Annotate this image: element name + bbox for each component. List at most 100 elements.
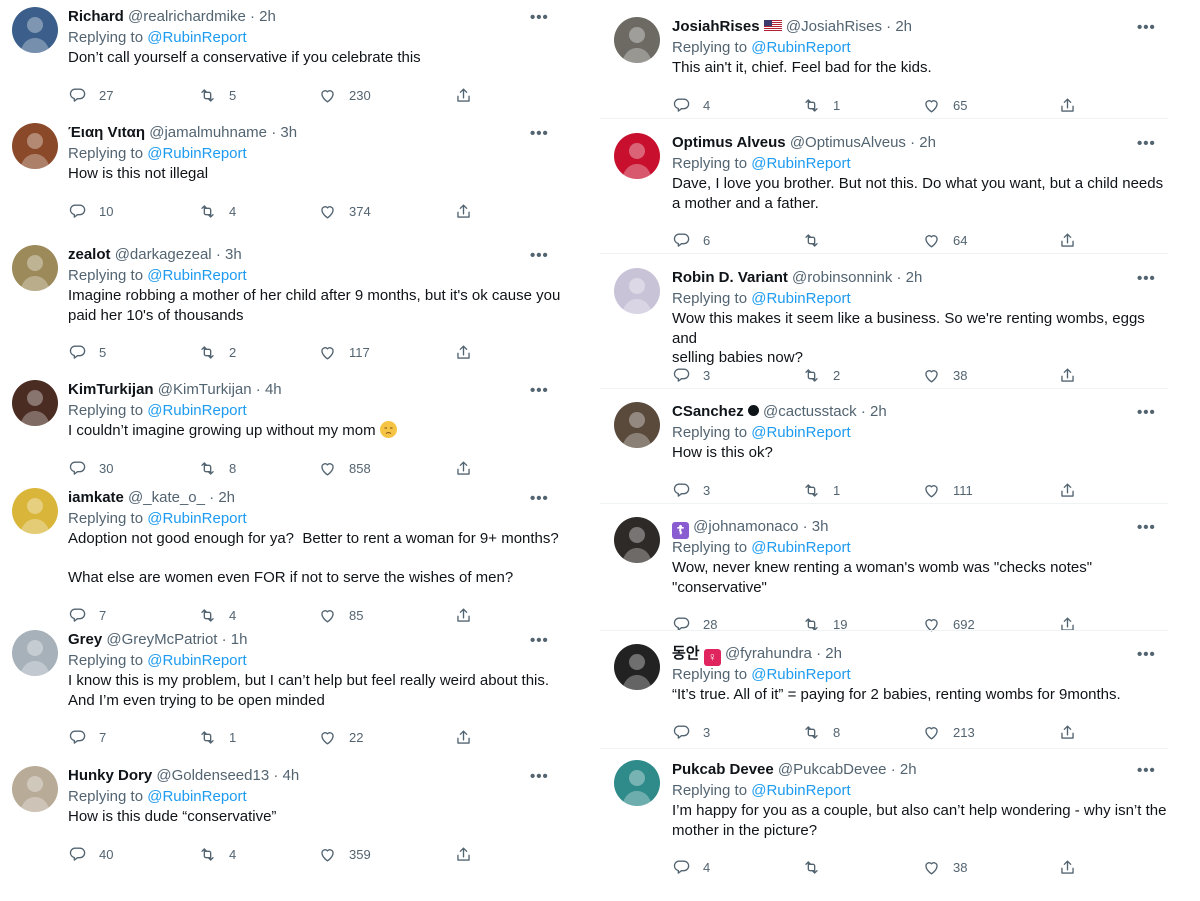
timestamp[interactable]: · 3h [271,124,297,141]
share-button[interactable] [1058,858,1077,877]
retweet-button[interactable]: 1 [198,728,236,747]
user-handle[interactable]: @GreyMcPatriot [106,631,217,648]
display-name[interactable]: 동안 [672,645,700,662]
like-button[interactable]: 64 [922,231,967,250]
user-handle[interactable]: @KimTurkijan [158,381,252,398]
reply-button[interactable]: 28 [672,615,717,634]
more-options-icon[interactable]: ••• [530,633,549,648]
like-button[interactable]: 858 [318,459,371,478]
user-handle[interactable]: @jamalmuhname [149,124,267,141]
like-button[interactable]: 85 [318,606,363,625]
retweet-button[interactable]: 8 [802,723,840,742]
timestamp[interactable]: · 4h [273,767,299,784]
display-name[interactable]: Optimus Alveus [672,134,786,151]
avatar[interactable] [12,630,58,676]
share-button[interactable] [1058,96,1077,115]
like-button[interactable]: 38 [922,366,967,385]
avatar[interactable] [614,760,660,806]
mention-link[interactable]: @RubinReport [147,788,246,805]
timestamp[interactable]: · 2h [209,489,235,506]
more-options-icon[interactable]: ••• [1137,136,1156,151]
display-name[interactable]: JosiahRises [672,18,760,35]
like-button[interactable]: 65 [922,96,967,115]
timestamp[interactable]: · 2h [891,761,917,778]
user-handle[interactable]: @Goldenseed13 [156,767,269,784]
user-handle[interactable]: @johnamonaco [693,518,798,535]
retweet-button[interactable] [802,858,833,877]
reply-button[interactable]: 7 [68,728,106,747]
display-name[interactable]: CSanchez [672,403,744,420]
avatar[interactable] [12,245,58,291]
timestamp[interactable]: · 2h [910,134,936,151]
retweet-button[interactable] [802,231,833,250]
display-name[interactable]: zealot [68,246,111,263]
mention-link[interactable]: @RubinReport [147,510,246,527]
reply-button[interactable]: 40 [68,845,113,864]
display-name[interactable]: Έιαη Vιtαη [68,124,145,141]
user-handle[interactable]: @fyrahundra [725,645,812,662]
avatar[interactable] [12,766,58,812]
like-button[interactable]: 38 [922,858,967,877]
share-button[interactable] [1058,615,1077,634]
display-name[interactable]: iamkate [68,489,124,506]
mention-link[interactable]: @RubinReport [751,424,850,441]
user-handle[interactable]: @_kate_o_ [128,489,205,506]
share-button[interactable] [1058,231,1077,250]
more-options-icon[interactable]: ••• [530,248,549,263]
share-button[interactable] [454,728,473,747]
more-options-icon[interactable]: ••• [1137,520,1156,535]
avatar[interactable] [614,17,660,63]
more-options-icon[interactable]: ••• [1137,763,1156,778]
avatar[interactable] [12,380,58,426]
timestamp[interactable]: · 2h [886,18,912,35]
display-name[interactable]: Richard [68,8,124,25]
avatar[interactable] [614,133,660,179]
timestamp[interactable]: · 2h [897,269,923,286]
reply-button[interactable]: 3 [672,366,710,385]
share-button[interactable] [454,459,473,478]
reply-button[interactable]: 3 [672,481,710,500]
display-name[interactable]: KimTurkijan [68,381,154,398]
mention-link[interactable]: @RubinReport [147,29,246,46]
mention-link[interactable]: @RubinReport [147,267,246,284]
share-button[interactable] [454,606,473,625]
avatar[interactable] [12,123,58,169]
reply-button[interactable]: 3 [672,723,710,742]
retweet-button[interactable]: 19 [802,615,847,634]
like-button[interactable]: 359 [318,845,371,864]
user-handle[interactable]: @darkagezeal [115,246,212,263]
more-options-icon[interactable]: ••• [1137,647,1156,662]
like-button[interactable]: 22 [318,728,363,747]
reply-button[interactable]: 6 [672,231,710,250]
mention-link[interactable]: @RubinReport [751,155,850,172]
mention-link[interactable]: @RubinReport [751,782,850,799]
mention-link[interactable]: @RubinReport [751,666,850,683]
reply-button[interactable]: 4 [672,858,710,877]
mention-link[interactable]: @RubinReport [751,290,850,307]
mention-link[interactable]: @RubinReport [751,39,850,56]
user-handle[interactable]: @cactusstack [763,403,857,420]
retweet-button[interactable]: 2 [802,366,840,385]
avatar[interactable] [12,7,58,53]
user-handle[interactable]: @PukcabDevee [778,761,887,778]
user-handle[interactable]: @realrichardmike [128,8,246,25]
more-options-icon[interactable]: ••• [1137,20,1156,35]
reply-button[interactable]: 27 [68,86,113,105]
like-button[interactable]: 230 [318,86,371,105]
mention-link[interactable]: @RubinReport [147,145,246,162]
timestamp[interactable]: · 2h [250,8,276,25]
share-button[interactable] [454,202,473,221]
reply-button[interactable]: 4 [672,96,710,115]
timestamp[interactable]: · 3h [803,518,829,535]
display-name[interactable]: Pukcab Devee [672,761,774,778]
timestamp[interactable]: · 4h [256,381,282,398]
like-button[interactable]: 117 [318,343,370,362]
more-options-icon[interactable]: ••• [1137,271,1156,286]
more-options-icon[interactable]: ••• [1137,405,1156,420]
display-name[interactable]: Grey [68,631,102,648]
share-button[interactable] [1058,481,1077,500]
retweet-button[interactable]: 5 [198,86,236,105]
avatar[interactable] [614,517,660,563]
like-button[interactable]: 111 [922,481,973,500]
display-name[interactable]: Robin D. Variant [672,269,788,286]
